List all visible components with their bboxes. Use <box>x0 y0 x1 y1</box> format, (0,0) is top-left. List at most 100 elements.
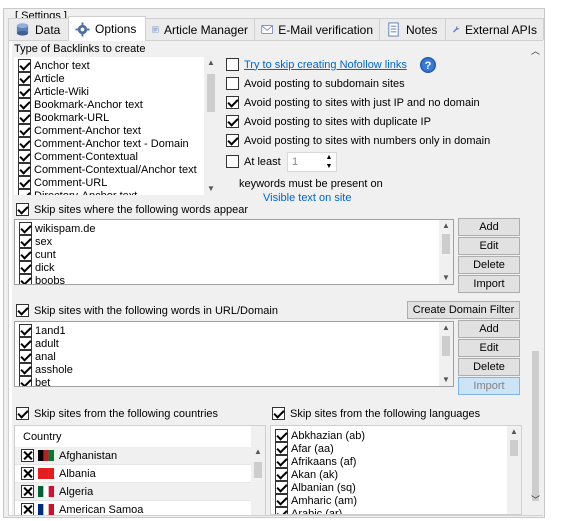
backlink-item-checkbox[interactable] <box>18 124 31 137</box>
at-least-checkbox[interactable] <box>226 155 239 168</box>
url-word-item-checkbox[interactable] <box>19 350 32 363</box>
backlink-item-checkbox[interactable] <box>18 150 31 163</box>
word-item[interactable]: wikispam.de <box>19 222 96 235</box>
create-domain-filter-button[interactable]: Create Domain Filter <box>407 301 520 319</box>
language-item-checkbox[interactable] <box>275 468 288 481</box>
backlink-item-checkbox[interactable] <box>18 111 31 124</box>
word-item[interactable]: sex <box>19 235 96 248</box>
scroll-up-icon[interactable]: ▲ <box>507 426 521 438</box>
ip-only-checkbox[interactable] <box>226 96 239 109</box>
word-item[interactable]: cunt <box>19 248 96 261</box>
scroll-thumb[interactable] <box>532 351 539 501</box>
backlink-item[interactable]: Bookmark-Anchor text <box>18 98 197 111</box>
language-item[interactable]: Abkhazian (ab) <box>275 429 365 442</box>
url-word-item-checkbox[interactable] <box>19 337 32 350</box>
nofollow-checkbox[interactable] <box>226 58 239 71</box>
nofollow-option[interactable]: Try to skip creating Nofollow links <box>226 58 407 71</box>
languages-filter-option[interactable]: Skip sites from the following languages <box>272 407 480 420</box>
word-item[interactable]: dick <box>19 261 96 274</box>
scroll-down-icon[interactable]: ﹀ <box>528 493 543 507</box>
url-words-list[interactable]: 1and1adultanalassholebetbitch ▲ ▼ <box>14 321 454 387</box>
language-item[interactable]: Afar (aa) <box>275 442 365 455</box>
visible-text-link[interactable]: Visible text on site <box>263 192 351 204</box>
scroll-up-icon[interactable]: ▲ <box>204 57 218 69</box>
scroll-up-icon[interactable]: ▲ <box>439 220 453 232</box>
scroll-down-icon[interactable]: ▼ <box>439 272 453 284</box>
backlink-item-checkbox[interactable] <box>18 98 31 111</box>
keyword-count-spinner[interactable]: 1 ▲ ▼ <box>287 152 337 172</box>
dup-ip-checkbox[interactable] <box>226 115 239 128</box>
scroll-thumb[interactable] <box>442 234 450 254</box>
words-delete-button[interactable]: Delete <box>458 256 520 274</box>
backlink-item[interactable]: Comment-Contextual/Anchor text <box>18 163 197 176</box>
word-item-checkbox[interactable] <box>19 261 32 274</box>
backlink-item[interactable]: Comment-Contextual <box>18 150 197 163</box>
words-filter-checkbox[interactable] <box>16 203 29 216</box>
word-item-checkbox[interactable] <box>19 274 32 284</box>
backlink-item[interactable]: Article <box>18 72 197 85</box>
country-item[interactable]: Algeria <box>15 483 251 501</box>
spin-down-icon[interactable]: ▼ <box>323 162 335 171</box>
subdomain-option[interactable]: Avoid posting to subdomain sites <box>226 77 405 90</box>
backlink-item-checkbox[interactable] <box>18 189 31 195</box>
backlinks-list[interactable]: Anchor text Article Article-Wiki Bookmark-A… <box>14 57 218 195</box>
words-list[interactable]: wikispam.desexcuntdickboobsbooby ▲ ▼ <box>14 219 454 285</box>
languages-list[interactable]: Abkhazian (ab) Afar (aa) Afrikaans (af) Aka… <box>270 425 522 515</box>
spin-up-icon[interactable]: ▲ <box>323 153 335 162</box>
backlink-item[interactable]: Comment-Anchor text - Domain <box>18 137 197 150</box>
url-word-item[interactable]: bet <box>19 376 73 386</box>
url-word-item[interactable]: asshole <box>19 363 73 376</box>
url-scrollbar[interactable]: ▲ ▼ <box>439 322 453 386</box>
languages-filter-checkbox[interactable] <box>272 407 285 420</box>
url-word-item[interactable]: anal <box>19 350 73 363</box>
dup-ip-option[interactable]: Avoid posting to sites with duplicate IP <box>226 115 431 128</box>
url-word-item-checkbox[interactable] <box>19 363 32 376</box>
language-item[interactable]: Afrikaans (af) <box>275 455 365 468</box>
backlink-item-checkbox[interactable] <box>18 163 31 176</box>
numbers-only-checkbox[interactable] <box>226 134 239 147</box>
word-item-checkbox[interactable] <box>19 222 32 235</box>
url-word-item-checkbox[interactable] <box>19 376 32 386</box>
tab-options[interactable]: Options <box>68 16 146 41</box>
help-icon[interactable]: ? <box>419 56 437 74</box>
countries-list[interactable]: Country Afghanistan Albania Algeria America… <box>14 425 266 515</box>
countries-filter-checkbox[interactable] <box>16 407 29 420</box>
country-item[interactable]: Afghanistan <box>15 447 251 465</box>
url-add-button[interactable]: Add <box>458 320 520 338</box>
words-edit-button[interactable]: Edit <box>458 237 520 255</box>
backlinks-scrollbar[interactable]: ▲ ▼ <box>204 57 218 195</box>
language-item[interactable]: Akan (ak) <box>275 468 365 481</box>
tab-email-verification[interactable]: E-Mail verification <box>254 18 380 40</box>
url-word-item[interactable]: 1and1 <box>19 324 73 337</box>
url-filter-checkbox[interactable] <box>16 304 29 317</box>
numbers-only-option[interactable]: Avoid posting to sites with numbers only… <box>226 134 490 147</box>
backlink-item[interactable]: Anchor text <box>18 59 197 72</box>
words-scrollbar[interactable]: ▲ ▼ <box>439 220 453 284</box>
panel-scrollbar[interactable]: ︿ ﹀ <box>528 41 543 515</box>
words-add-button[interactable]: Add <box>458 218 520 236</box>
url-word-item[interactable]: adult <box>19 337 73 350</box>
word-item-checkbox[interactable] <box>19 248 32 261</box>
language-item[interactable]: Amharic (am) <box>275 494 365 507</box>
url-edit-button[interactable]: Edit <box>458 339 520 357</box>
language-item-checkbox[interactable] <box>275 481 288 494</box>
language-item-checkbox[interactable] <box>275 494 288 507</box>
word-item[interactable]: boobs <box>19 274 96 284</box>
country-item-checkbox[interactable] <box>21 503 34 515</box>
ip-only-option[interactable]: Avoid posting to sites with just IP and … <box>226 96 480 109</box>
countries-scrollbar[interactable]: ▲ <box>251 426 265 515</box>
language-item-checkbox[interactable] <box>275 507 288 514</box>
backlink-item[interactable]: Directory-Anchor text <box>18 189 197 195</box>
subdomain-checkbox[interactable] <box>226 77 239 90</box>
word-item-checkbox[interactable] <box>19 235 32 248</box>
language-item-checkbox[interactable] <box>275 442 288 455</box>
scroll-up-icon[interactable]: ︿ <box>528 44 543 58</box>
country-item-checkbox[interactable] <box>21 449 34 462</box>
scroll-thumb[interactable] <box>442 336 450 356</box>
nofollow-link[interactable]: Try to skip creating Nofollow links <box>244 59 407 71</box>
scroll-thumb[interactable] <box>207 74 215 112</box>
scroll-up-icon[interactable]: ▲ <box>439 322 453 334</box>
scroll-up-icon[interactable]: ▲ <box>251 446 265 458</box>
country-item-checkbox[interactable] <box>21 485 34 498</box>
url-word-item-checkbox[interactable] <box>19 324 32 337</box>
